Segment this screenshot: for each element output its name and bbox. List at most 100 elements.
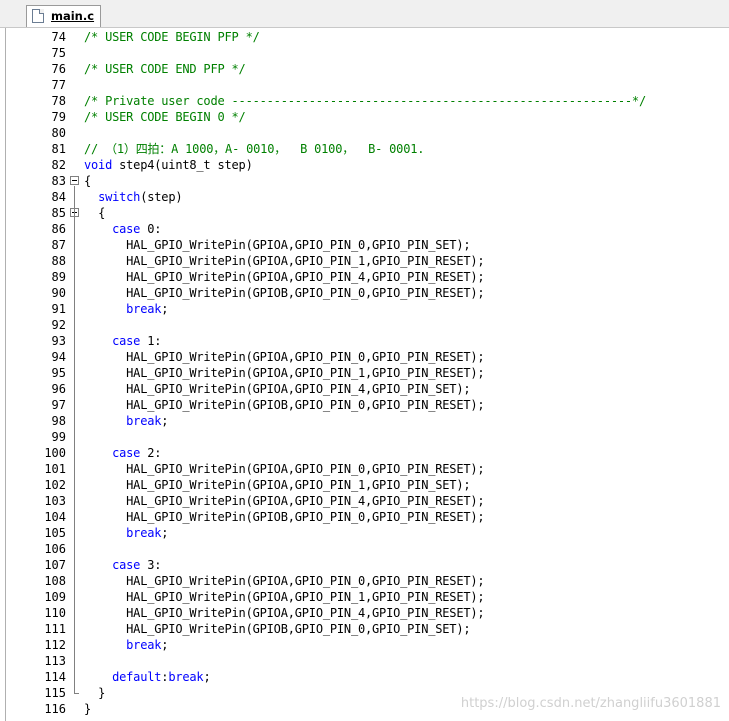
- keyword-token: void: [84, 158, 113, 172]
- code-editor[interactable]: 74 /* USER CODE BEGIN PFP */ 75 76 /* USER C…: [0, 28, 729, 721]
- line-number: 99: [51, 430, 66, 444]
- code-token: ;: [161, 638, 169, 652]
- line-number: 112: [44, 638, 66, 652]
- code-token: HAL_GPIO_WritePin(GPIOA,GPIO_PIN_1,GPIO_…: [126, 590, 485, 604]
- code-token: HAL_GPIO_WritePin(GPIOB,GPIO_PIN_0,GPIO_…: [126, 622, 471, 636]
- code-line[interactable]: 107 case 3:: [0, 557, 729, 573]
- code-line[interactable]: 96 HAL_GPIO_WritePin(GPIOA,GPIO_PIN_4,GP…: [0, 381, 729, 397]
- code-line[interactable]: 102 HAL_GPIO_WritePin(GPIOA,GPIO_PIN_1,G…: [0, 477, 729, 493]
- code-token: 2:: [140, 446, 162, 460]
- line-number: 100: [44, 446, 66, 460]
- code-token: ;: [203, 670, 211, 684]
- code-line[interactable]: 81 // （1）四拍：A 1000，A- 0010， B 0100， B- 00…: [0, 141, 729, 157]
- code-line[interactable]: 103 HAL_GPIO_WritePin(GPIOA,GPIO_PIN_4,G…: [0, 493, 729, 509]
- code-line[interactable]: 108 HAL_GPIO_WritePin(GPIOA,GPIO_PIN_0,G…: [0, 573, 729, 589]
- line-number: 86: [51, 222, 66, 236]
- code-line[interactable]: 100 case 2:: [0, 445, 729, 461]
- line-number: 103: [44, 494, 66, 508]
- tab-main-c[interactable]: main.c: [26, 5, 102, 27]
- code-text: HAL_GPIO_WritePin(GPIOA,GPIO_PIN_1,GPIO_…: [84, 589, 484, 605]
- code-text: HAL_GPIO_WritePin(GPIOA,GPIO_PIN_0,GPIO_…: [84, 237, 470, 253]
- line-number: 107: [44, 558, 66, 572]
- line-number: 79: [51, 110, 66, 124]
- line-number: 109: [44, 590, 66, 604]
- line-number: 83: [51, 174, 66, 188]
- code-text: HAL_GPIO_WritePin(GPIOA,GPIO_PIN_4,GPIO_…: [84, 381, 470, 397]
- tab-label: main.c: [51, 9, 95, 23]
- code-line[interactable]: 89 HAL_GPIO_WritePin(GPIOA,GPIO_PIN_4,GP…: [0, 269, 729, 285]
- code-line[interactable]: 91 break;: [0, 301, 729, 317]
- code-line[interactable]: 90 HAL_GPIO_WritePin(GPIOB,GPIO_PIN_0,GP…: [0, 285, 729, 301]
- code-line[interactable]: 99: [0, 429, 729, 445]
- code-line[interactable]: 75: [0, 45, 729, 61]
- code-token: HAL_GPIO_WritePin(GPIOB,GPIO_PIN_0,GPIO_…: [126, 286, 485, 300]
- code-text: case 2:: [84, 445, 161, 461]
- code-line[interactable]: 93 case 1:: [0, 333, 729, 349]
- code-token: HAL_GPIO_WritePin(GPIOA,GPIO_PIN_4,GPIO_…: [126, 606, 485, 620]
- code-line[interactable]: 82 void step4(uint8_t step): [0, 157, 729, 173]
- code-line[interactable]: 98 break;: [0, 413, 729, 429]
- code-token: {: [98, 206, 106, 220]
- code-token: ;: [161, 526, 169, 540]
- code-text: /* USER CODE BEGIN PFP */: [84, 29, 260, 45]
- code-line[interactable]: 76 /* USER CODE END PFP */: [0, 61, 729, 77]
- code-line[interactable]: 83 {: [0, 173, 729, 189]
- code-line[interactable]: 97 HAL_GPIO_WritePin(GPIOB,GPIO_PIN_0,GP…: [0, 397, 729, 413]
- line-number: 105: [44, 526, 66, 540]
- code-line[interactable]: 105 break;: [0, 525, 729, 541]
- code-token: HAL_GPIO_WritePin(GPIOA,GPIO_PIN_4,GPIO_…: [126, 494, 485, 508]
- comment-token: /* USER CODE BEGIN PFP */: [84, 30, 260, 44]
- code-text: }: [84, 685, 105, 701]
- code-token: step4(uint8_t step): [112, 158, 253, 172]
- code-text: HAL_GPIO_WritePin(GPIOA,GPIO_PIN_0,GPIO_…: [84, 573, 484, 589]
- code-line[interactable]: 110 HAL_GPIO_WritePin(GPIOA,GPIO_PIN_4,G…: [0, 605, 729, 621]
- code-line[interactable]: 94 HAL_GPIO_WritePin(GPIOA,GPIO_PIN_0,GP…: [0, 349, 729, 365]
- code-line[interactable]: 74 /* USER CODE BEGIN PFP */: [0, 29, 729, 45]
- code-line[interactable]: 84 switch(step): [0, 189, 729, 205]
- fold-collapse-icon[interactable]: [70, 176, 79, 185]
- code-token: ;: [161, 302, 169, 316]
- code-line[interactable]: 111 HAL_GPIO_WritePin(GPIOB,GPIO_PIN_0,G…: [0, 621, 729, 637]
- code-line[interactable]: 79 /* USER CODE BEGIN 0 */: [0, 109, 729, 125]
- line-number: 78: [51, 94, 66, 108]
- keyword-token: case: [112, 558, 141, 572]
- code-token: 0:: [140, 222, 162, 236]
- line-number: 115: [44, 686, 66, 700]
- code-line[interactable]: 85 {: [0, 205, 729, 221]
- code-token: HAL_GPIO_WritePin(GPIOB,GPIO_PIN_0,GPIO_…: [126, 510, 485, 524]
- code-line[interactable]: 101 HAL_GPIO_WritePin(GPIOA,GPIO_PIN_0,G…: [0, 461, 729, 477]
- code-line[interactable]: 92: [0, 317, 729, 333]
- code-line[interactable]: 95 HAL_GPIO_WritePin(GPIOA,GPIO_PIN_1,GP…: [0, 365, 729, 381]
- fold-end-icon: [74, 685, 79, 694]
- code-line[interactable]: 87 HAL_GPIO_WritePin(GPIOA,GPIO_PIN_0,GP…: [0, 237, 729, 253]
- code-line[interactable]: 80: [0, 125, 729, 141]
- code-line[interactable]: 114 default:break;: [0, 669, 729, 685]
- code-text: break;: [84, 301, 168, 317]
- line-number: 92: [51, 318, 66, 332]
- code-line[interactable]: 113: [0, 653, 729, 669]
- code-text: /* Private user code -------------------…: [84, 93, 646, 109]
- code-text: void step4(uint8_t step): [84, 157, 253, 173]
- line-number: 98: [51, 414, 66, 428]
- code-line[interactable]: 109 HAL_GPIO_WritePin(GPIOA,GPIO_PIN_1,G…: [0, 589, 729, 605]
- line-number: 101: [44, 462, 66, 476]
- keyword-token: case: [112, 446, 141, 460]
- code-line[interactable]: 77: [0, 77, 729, 93]
- line-number: 90: [51, 286, 66, 300]
- keyword-token: default: [112, 670, 162, 684]
- line-number: 87: [51, 238, 66, 252]
- code-line[interactable]: 86 case 0:: [0, 221, 729, 237]
- code-line[interactable]: 88 HAL_GPIO_WritePin(GPIOA,GPIO_PIN_1,GP…: [0, 253, 729, 269]
- code-text: HAL_GPIO_WritePin(GPIOA,GPIO_PIN_4,GPIO_…: [84, 269, 484, 285]
- comment-token: // （1）四拍：A 1000，A- 0010， B 0100， B- 0001…: [84, 142, 425, 156]
- code-line[interactable]: 106: [0, 541, 729, 557]
- comment-token: /* Private user code -------------------…: [84, 94, 646, 108]
- code-line[interactable]: 112 break;: [0, 637, 729, 653]
- code-line[interactable]: 78 /* Private user code -----------------…: [0, 93, 729, 109]
- code-text: switch(step): [84, 189, 183, 205]
- code-token: HAL_GPIO_WritePin(GPIOB,GPIO_PIN_0,GPIO_…: [126, 398, 485, 412]
- fold-guide: [74, 186, 75, 685]
- code-token: HAL_GPIO_WritePin(GPIOA,GPIO_PIN_0,GPIO_…: [126, 350, 485, 364]
- code-line[interactable]: 104 HAL_GPIO_WritePin(GPIOB,GPIO_PIN_0,G…: [0, 509, 729, 525]
- line-number: 116: [44, 702, 66, 716]
